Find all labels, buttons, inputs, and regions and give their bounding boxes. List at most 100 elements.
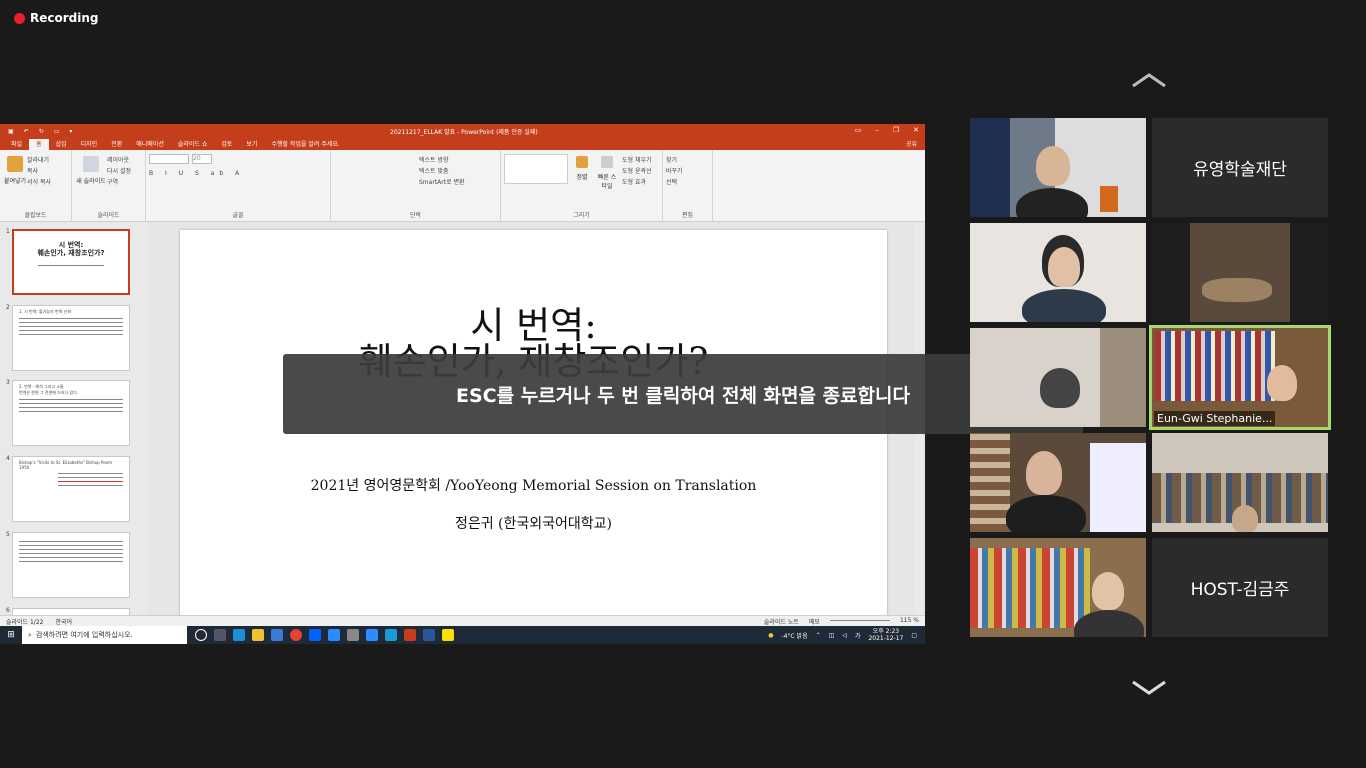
minimize-icon[interactable]: –	[875, 126, 879, 134]
font-format-buttons[interactable]: B I U S ab A	[149, 170, 327, 180]
tab-file[interactable]: 파일	[4, 139, 29, 150]
participant-video-tile[interactable]	[970, 538, 1146, 637]
app-icon[interactable]	[385, 629, 397, 641]
share-button[interactable]: 공유	[899, 139, 925, 150]
section-button[interactable]: 구역	[107, 177, 131, 187]
notification-icon[interactable]: ▢	[911, 632, 917, 639]
slide-thumbnail-4[interactable]: Bishop's "Visits to St. Elizabeths" Bish…	[12, 456, 130, 522]
shape-outline-button[interactable]: 도형 윤곽선	[622, 166, 652, 176]
select-button[interactable]: 선택	[666, 177, 709, 187]
volume-icon[interactable]: ◁	[842, 632, 847, 639]
font-group-label: 글꼴	[232, 212, 244, 219]
cut-button[interactable]: 잘라내기	[27, 155, 51, 165]
tab-transitions[interactable]: 전환	[104, 139, 129, 150]
save-icon[interactable]: ▣	[8, 128, 14, 135]
participant-video-tile[interactable]	[970, 328, 1146, 427]
arrange-button[interactable]: 정렬	[572, 154, 592, 190]
quick-styles-button[interactable]: 빠른 스타일	[596, 154, 618, 190]
thumb-title: 시 번역: 훼손인가, 재창조인가?	[37, 241, 105, 257]
participant-name-tile[interactable]: HOST-김금주	[1152, 538, 1328, 637]
cortana-icon[interactable]	[195, 629, 207, 641]
slide-thumbnail-2[interactable]: 1. 시 번역: 불가능의 번역 신화	[12, 305, 130, 371]
powerpoint-icon[interactable]	[404, 629, 416, 641]
recording-label: Recording	[30, 11, 99, 25]
tell-me-input[interactable]: 수행할 작업을 알려 주세요.	[264, 139, 346, 150]
zoom-meeting-icon[interactable]	[366, 629, 378, 641]
participant-video-tile[interactable]	[970, 433, 1146, 532]
network-icon[interactable]: ◫	[829, 632, 835, 639]
store-icon[interactable]	[271, 629, 283, 641]
dropbox-icon[interactable]	[309, 629, 321, 641]
format-painter-button[interactable]: 서식 복사	[27, 177, 51, 187]
slides-group-label: 슬라이드	[97, 212, 120, 219]
new-slide-button[interactable]: 새 슬라이드	[75, 154, 107, 188]
paragraph-group: 텍스트 방향 텍스트 맞춤 SmartArt로 변환 단락	[331, 150, 501, 221]
shape-fill-button[interactable]: 도형 채우기	[622, 155, 652, 165]
slide-subtitle: 2021년 영어영문학회 /YooYeong Memorial Session …	[310, 478, 757, 494]
active-speaker-tile[interactable]: Eun-Gwi Stephanie...	[1149, 325, 1331, 430]
tab-design[interactable]: 디자인	[74, 139, 105, 150]
slide-thumbnail-5[interactable]	[12, 532, 130, 598]
up-chevron-icon[interactable]	[1131, 72, 1167, 88]
editing-group: 찾기 바꾸기 선택 편집	[663, 150, 713, 221]
tab-home[interactable]: 홈	[29, 139, 49, 150]
shapes-gallery[interactable]	[504, 154, 568, 184]
text-direction-button[interactable]: 텍스트 방향	[419, 155, 497, 165]
taskbar-search-box[interactable]: ⌕ 검색하려면 여기에 입력하십시오.	[22, 626, 187, 644]
file-explorer-icon[interactable]	[252, 629, 264, 641]
participant-video-tile[interactable]	[970, 118, 1146, 217]
notes-button[interactable]: 슬라이드 노트	[764, 617, 799, 626]
smartart-button[interactable]: SmartArt로 변환	[419, 177, 497, 187]
find-button[interactable]: 찾기	[666, 155, 709, 165]
participant-video-tile[interactable]	[1152, 223, 1328, 322]
align-text-button[interactable]: 텍스트 맞춤	[419, 166, 497, 176]
app-icon[interactable]	[347, 629, 359, 641]
reset-button[interactable]: 다시 설정	[107, 166, 131, 176]
tab-view[interactable]: 보기	[239, 139, 264, 150]
font-name-select[interactable]	[149, 154, 189, 164]
participant-video-tile[interactable]	[1152, 433, 1328, 532]
customize-icon[interactable]: ▾	[69, 128, 72, 135]
participant-name-tile[interactable]: 유영학술재단	[1152, 118, 1328, 217]
thumb-number: 2	[6, 304, 10, 311]
tab-review[interactable]: 검토	[214, 139, 239, 150]
paste-button[interactable]: 붙여넣기	[3, 154, 27, 188]
language-indicator[interactable]: 한국어	[55, 617, 72, 626]
zoom-level[interactable]: 115 %	[900, 617, 919, 626]
zoom-slider[interactable]	[829, 619, 890, 621]
tab-animations[interactable]: 애니메이션	[129, 139, 171, 150]
zoom-app-icon[interactable]	[328, 629, 340, 641]
participant-video-tile[interactable]	[970, 223, 1146, 322]
restore-icon[interactable]: ❐	[893, 126, 899, 134]
font-size-select[interactable]: 20	[192, 154, 212, 164]
tray-arrow-icon[interactable]: ⌃	[816, 632, 821, 639]
windows-start-icon[interactable]: ⊞	[0, 630, 22, 640]
slideshow-icon[interactable]: ▭	[54, 128, 60, 135]
slide-thumbnail-1[interactable]: 시 번역: 훼손인가, 재창조인가?	[12, 229, 130, 295]
comments-button[interactable]: 메모	[809, 617, 820, 626]
weather-text[interactable]: -4°C 맑음	[781, 631, 807, 640]
undo-icon[interactable]: ↶	[24, 128, 29, 135]
video-background	[1190, 223, 1290, 322]
ime-indicator[interactable]: 가	[855, 631, 861, 640]
close-icon[interactable]: ✕	[913, 126, 919, 134]
drawing-group: 정렬 빠른 스타일 도형 채우기 도형 윤곽선 도형 효과 그리기	[501, 150, 663, 221]
down-chevron-icon[interactable]	[1131, 680, 1167, 696]
slide-thumbnail-pane[interactable]: 1 시 번역: 훼손인가, 재창조인가? 2 1. 시 번역: 불가능의 번역 …	[0, 222, 147, 626]
shape-effects-button[interactable]: 도형 효과	[622, 177, 652, 187]
tab-insert[interactable]: 삽입	[49, 139, 74, 150]
word-icon[interactable]	[423, 629, 435, 641]
redo-icon[interactable]: ↻	[39, 128, 44, 135]
recording-indicator[interactable]: Recording	[14, 11, 99, 25]
replace-button[interactable]: 바꾸기	[666, 166, 709, 176]
task-view-icon[interactable]	[214, 629, 226, 641]
taskbar-clock[interactable]: 오후 2:23 2021-12-17	[868, 628, 903, 642]
chrome-icon[interactable]	[290, 629, 302, 641]
tab-slideshow[interactable]: 슬라이드 쇼	[171, 139, 215, 150]
ribbon-display-icon[interactable]: ▭	[855, 126, 862, 134]
edge-icon[interactable]	[233, 629, 245, 641]
slide-thumbnail-3[interactable]: 2. 번역 - 해석 그리고 소통 번역은 한편 그 전면에 드러나 있다	[12, 380, 130, 446]
copy-button[interactable]: 복사	[27, 166, 51, 176]
kakaotalk-icon[interactable]	[442, 629, 454, 641]
layout-button[interactable]: 레이아웃	[107, 155, 131, 165]
